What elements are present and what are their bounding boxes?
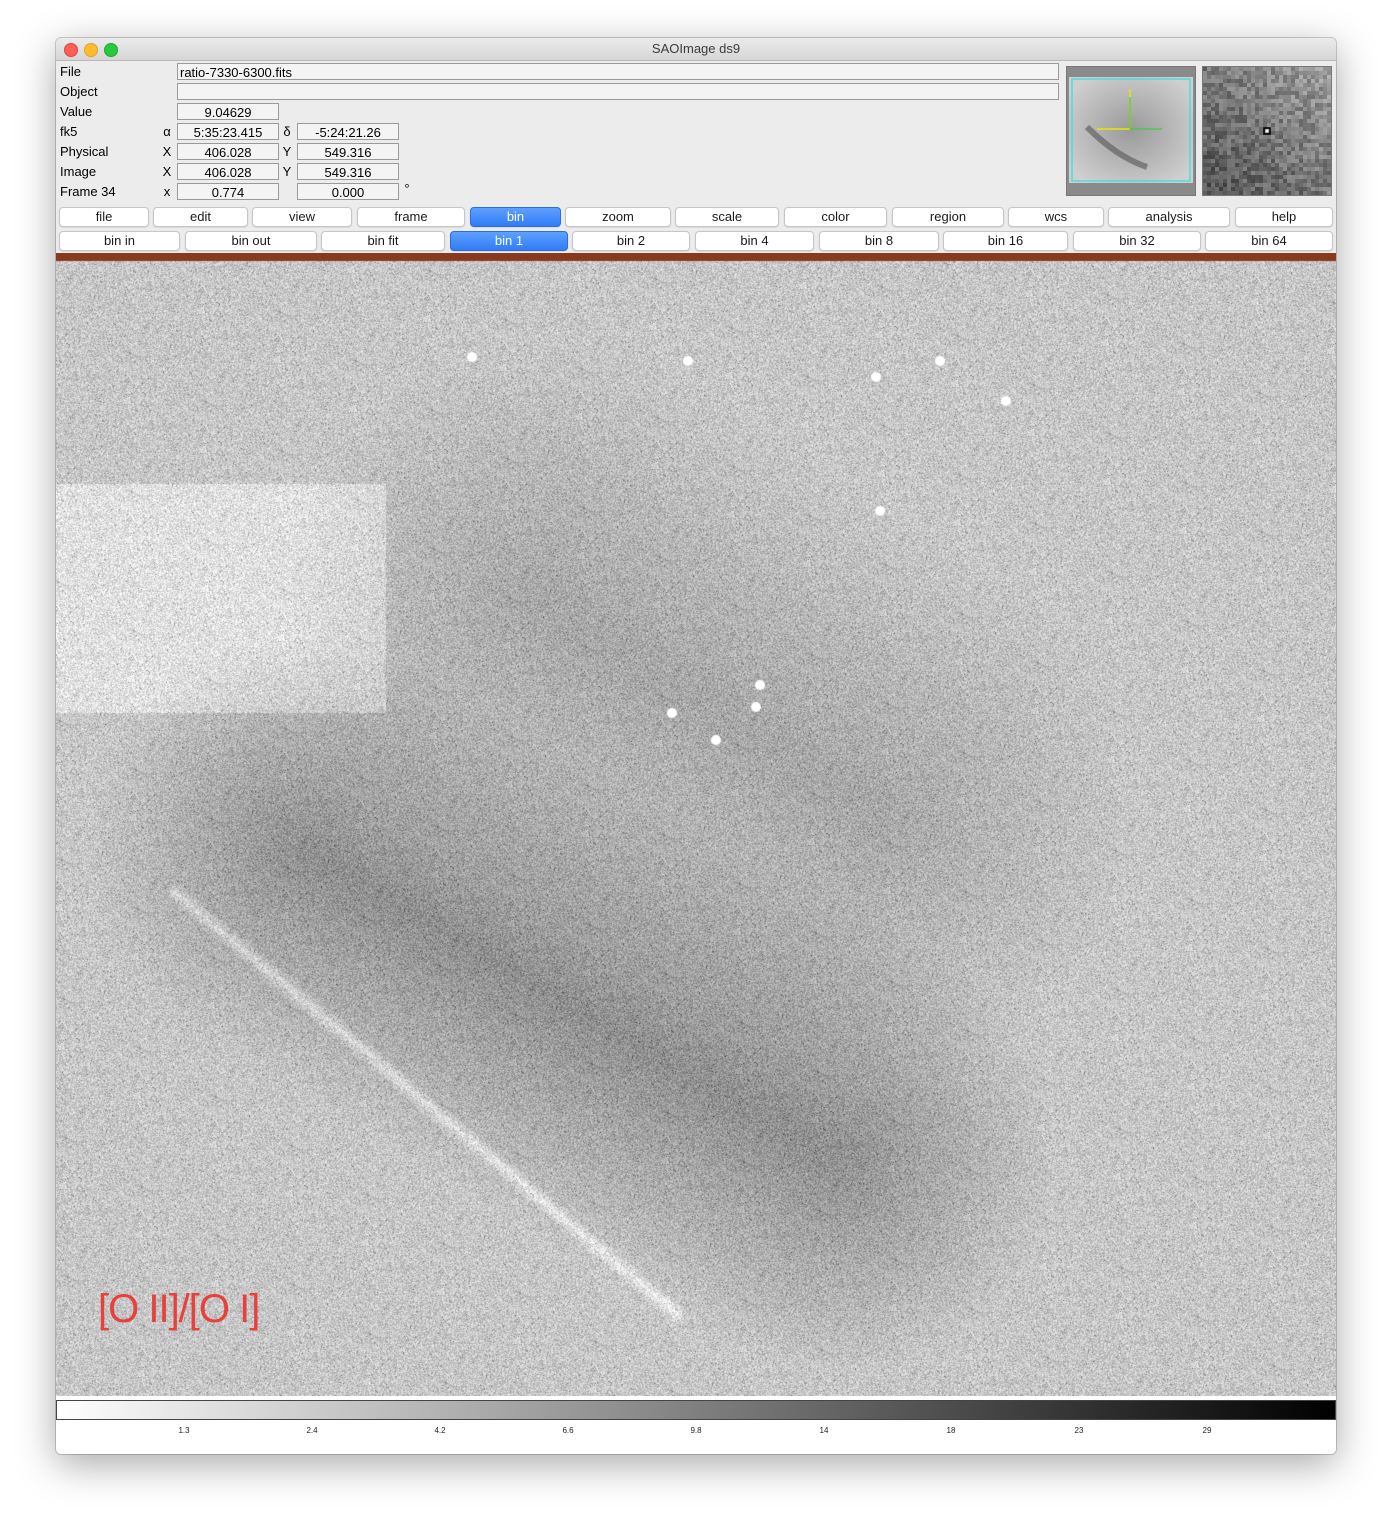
file-label: File — [60, 64, 81, 79]
menu-file-button[interactable]: file — [59, 207, 149, 227]
colorbar-gradient[interactable] — [56, 1400, 1336, 1420]
colorbar-tick-label: 14 — [819, 1426, 829, 1435]
bin-8-button[interactable]: bin 8 — [819, 231, 939, 251]
bin-in-button[interactable]: bin in — [59, 231, 180, 251]
frame-angle-field: 0.000 — [297, 183, 399, 200]
object-field — [177, 83, 1059, 100]
colorbar-tick-label: 1.3 — [178, 1426, 190, 1435]
bin-2-button[interactable]: bin 2 — [572, 231, 690, 251]
bin-4-button[interactable]: bin 4 — [695, 231, 814, 251]
menu-color-button[interactable]: color — [784, 207, 887, 227]
bin-32-button[interactable]: bin 32 — [1073, 231, 1201, 251]
panner-thumbnail — [1067, 67, 1195, 195]
alpha-symbol: α — [163, 124, 171, 139]
physical-y-label: Y — [282, 144, 292, 159]
panner-view[interactable] — [1066, 66, 1196, 196]
window-title: SAOImage ds9 — [651, 41, 741, 56]
bin-button-bar: bin in bin out bin fit bin 1 bin 2 bin 4 bin 8… — [56, 231, 1336, 251]
minimize-window-button[interactable] — [84, 43, 98, 57]
image-x-field: 406.028 — [177, 163, 279, 180]
title-bar[interactable]: SAOImage ds9 — [56, 38, 1336, 61]
image-y-field: 549.316 — [297, 163, 399, 180]
fk5-label: fk5 — [60, 124, 78, 139]
menu-frame-button[interactable]: frame — [357, 207, 465, 227]
image-x-label: X — [162, 164, 172, 179]
menu-edit-button[interactable]: edit — [153, 207, 248, 227]
menu-analysis-button[interactable]: analysis — [1108, 207, 1230, 227]
colorbar-tick-label: 18 — [946, 1426, 956, 1435]
value-field: 9.04629 — [177, 103, 279, 120]
object-label: Object — [60, 84, 98, 99]
image-y-label: Y — [282, 164, 292, 179]
colorbar-tick-label: 29 — [1202, 1426, 1212, 1435]
menu-view-button[interactable]: view — [252, 207, 352, 227]
image-canvas[interactable]: [O II]/[O I] — [56, 253, 1336, 1396]
menu-scale-button[interactable]: scale — [675, 207, 779, 227]
physical-label: Physical — [60, 144, 109, 159]
colorbar-tick-label: 6.6 — [562, 1426, 574, 1435]
bin-64-button[interactable]: bin 64 — [1205, 231, 1333, 251]
delta-symbol: δ — [283, 124, 291, 139]
frame-zoom-field: 0.774 — [177, 183, 279, 200]
zoom-window-button[interactable] — [104, 43, 118, 57]
main-button-bar: file edit view frame bin zoom scale color region… — [56, 207, 1336, 227]
colorbar[interactable]: 1.3 2.4 4.2 6.6 9.8 14 18 23 29 — [56, 1396, 1336, 1454]
frame-zoom-label: x — [163, 184, 171, 199]
colorbar-tick-label: 9.8 — [690, 1426, 702, 1435]
bin-out-button[interactable]: bin out — [185, 231, 317, 251]
colorbar-tick-label: 23 — [1074, 1426, 1084, 1435]
close-window-button[interactable] — [64, 43, 78, 57]
menu-region-button[interactable]: region — [892, 207, 1004, 227]
magnifier-view — [1202, 66, 1332, 196]
file-field: ratio-7330-6300.fits — [177, 63, 1059, 80]
frame-label: Frame 34 — [60, 184, 116, 199]
menu-help-button[interactable]: help — [1235, 207, 1333, 227]
bin-16-button[interactable]: bin 16 — [943, 231, 1068, 251]
menu-zoom-button[interactable]: zoom — [565, 207, 671, 227]
physical-x-field: 406.028 — [177, 143, 279, 160]
menu-bin-button[interactable]: bin — [470, 207, 561, 227]
colorbar-tick-label: 4.2 — [434, 1426, 446, 1435]
magnifier-image — [1203, 67, 1331, 195]
bin-fit-button[interactable]: bin fit — [321, 231, 445, 251]
value-label: Value — [60, 104, 93, 119]
fk5-alpha-field: 5:35:23.415 — [177, 123, 279, 140]
fk5-delta-field: -5:24:21.26 — [297, 123, 399, 140]
nebula-image[interactable] — [56, 253, 1336, 1396]
physical-y-field: 549.316 — [297, 143, 399, 160]
ds9-window: SAOImage ds9 File ratio-7330-6300.fits O… — [56, 38, 1336, 1454]
image-label: Image — [60, 164, 97, 179]
degree-symbol: ° — [404, 181, 410, 196]
image-annotation: [O II]/[O I] — [98, 1287, 260, 1331]
colorbar-ticks: 1.3 2.4 4.2 6.6 9.8 14 18 23 29 — [56, 1426, 1336, 1440]
menu-wcs-button[interactable]: wcs — [1008, 207, 1104, 227]
bin-1-button[interactable]: bin 1 — [450, 231, 568, 251]
physical-x-label: X — [162, 144, 172, 159]
info-panel: File ratio-7330-6300.fits Object Value 9… — [56, 61, 1059, 203]
colorbar-tick-label: 2.4 — [306, 1426, 318, 1435]
